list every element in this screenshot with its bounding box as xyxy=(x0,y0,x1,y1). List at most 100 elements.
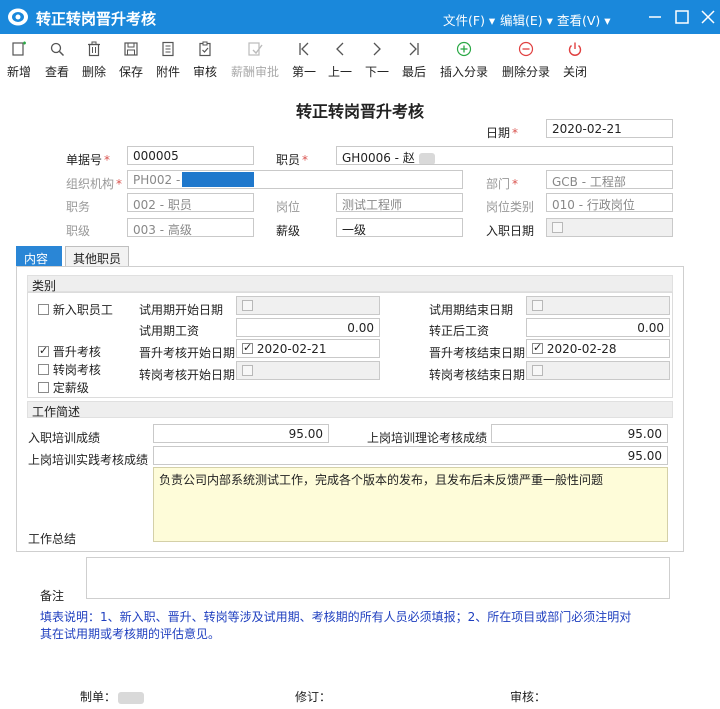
probation-start-field[interactable] xyxy=(236,296,380,315)
menu-edit[interactable]: 编辑(E) ▾ xyxy=(500,10,553,29)
attachment-icon xyxy=(162,41,174,57)
next-icon xyxy=(373,42,381,56)
post-field[interactable]: 测试工程师 xyxy=(336,193,463,212)
promo-end-checkbox[interactable] xyxy=(532,341,543,354)
tab-other-staff[interactable]: 其他职员 xyxy=(65,246,129,267)
work-section-header: 工作简述 xyxy=(27,401,673,419)
promotion-checkbox[interactable] xyxy=(38,344,49,357)
delete-row-icon xyxy=(518,41,534,57)
new-employee-checkbox[interactable] xyxy=(38,304,49,315)
bill-no-field[interactable]: 000005 xyxy=(127,146,254,165)
salary-grade-checkbox[interactable] xyxy=(38,382,49,393)
work-summary-textarea[interactable]: 负责公司内部系统测试工作，完成各个版本的发布，且发布后未反馈严重一般性问题 xyxy=(153,467,668,542)
instruction-line-2: 其在试用期或考核期的评估意见。 xyxy=(40,627,221,641)
promo-end-label: 晋升考核结束日期 xyxy=(429,346,526,360)
option-transfer[interactable]: 转岗考核 xyxy=(38,361,101,378)
transfer-checkbox[interactable] xyxy=(38,364,49,375)
date-label: 日期 * xyxy=(486,126,519,140)
remark-label: 备注 xyxy=(40,589,65,603)
theory-score-label: 上岗培训理论考核成绩 xyxy=(367,431,488,445)
transfer-start-label: 转岗考核开始日期 xyxy=(139,368,236,382)
duty-label: 职务 xyxy=(66,200,91,214)
entry-date-field[interactable] xyxy=(546,218,673,237)
menu-file[interactable]: 文件(F) ▾ xyxy=(443,10,495,29)
entry-training-field[interactable]: 95.00 xyxy=(153,424,329,443)
probation-salary-label: 试用期工资 xyxy=(139,324,200,338)
org-label: 组织机构 * xyxy=(66,177,123,191)
delete-row-button[interactable]: 删除分录 xyxy=(498,34,554,82)
content-panel: 类别 新入职员工 晋升考核 转岗考核 定薪级 试用期开始日期 试用期结束日期 试… xyxy=(16,266,684,552)
remark-textarea[interactable] xyxy=(86,557,670,599)
probation-end-checkbox[interactable] xyxy=(532,300,543,311)
view-icon xyxy=(50,42,65,57)
save-button[interactable]: 保存 xyxy=(114,34,148,82)
view-button[interactable]: 查看 xyxy=(40,34,74,82)
employee-label: 职员 * xyxy=(276,153,309,167)
maximize-icon[interactable] xyxy=(672,7,692,27)
entry-training-label: 入职培训成绩 xyxy=(28,431,101,445)
redacted-mark xyxy=(118,691,145,704)
probation-salary-field[interactable]: 0.00 xyxy=(236,318,380,337)
grade-field[interactable]: 003 - 高级 xyxy=(127,218,254,237)
probation-start-label: 试用期开始日期 xyxy=(139,303,224,317)
option-salary-grade[interactable]: 定薪级 xyxy=(38,379,89,396)
close-button[interactable]: 关闭 xyxy=(559,34,591,82)
date-field[interactable]: 2020-02-21 xyxy=(546,119,673,138)
salary-grade-field[interactable]: 一级 xyxy=(336,218,463,237)
close-icon[interactable] xyxy=(698,7,718,27)
audit-button[interactable]: 审核 xyxy=(188,34,222,82)
employee-field[interactable]: GH0006 - 赵 xyxy=(336,146,673,165)
maker-label: 制单： xyxy=(80,688,145,705)
promo-end-field[interactable]: 2020-02-28 xyxy=(526,339,670,358)
salary-grade-label: 薪级 xyxy=(276,224,301,238)
duty-field[interactable]: 002 - 职员 xyxy=(127,193,254,212)
first-icon xyxy=(299,42,309,56)
bill-no-label: 单据号 * xyxy=(66,153,111,167)
transfer-end-field[interactable] xyxy=(526,361,670,380)
probation-end-field[interactable] xyxy=(526,296,670,315)
transfer-end-checkbox[interactable] xyxy=(532,365,543,376)
save-icon xyxy=(124,42,138,56)
theory-score-field[interactable]: 95.00 xyxy=(491,424,668,443)
insert-row-button[interactable]: 插入分录 xyxy=(436,34,492,82)
power-icon xyxy=(568,42,582,56)
new-button[interactable]: 新增 xyxy=(2,34,36,82)
minimize-icon[interactable] xyxy=(645,7,665,27)
trash-icon xyxy=(88,41,100,57)
redacted-mark xyxy=(418,152,435,164)
probation-start-checkbox[interactable] xyxy=(242,300,253,311)
practice-score-field[interactable]: 95.00 xyxy=(153,446,668,465)
promo-start-field[interactable]: 2020-02-21 xyxy=(236,339,380,358)
dept-field[interactable]: GCB - 工程部 xyxy=(546,170,673,189)
transfer-start-field[interactable] xyxy=(236,361,380,380)
next-button[interactable]: 下一 xyxy=(361,34,393,82)
option-new-employee[interactable]: 新入职员工 xyxy=(38,301,113,318)
app-logo-icon xyxy=(8,8,28,26)
prev-button[interactable]: 上一 xyxy=(324,34,356,82)
last-button[interactable]: 最后 xyxy=(398,34,430,82)
first-button[interactable]: 第一 xyxy=(288,34,320,82)
work-summary-label: 工作总结 xyxy=(28,532,77,546)
practice-score-label: 上岗培训实践考核成绩 xyxy=(28,453,149,467)
salary-approve-button[interactable]: 薪酬审批 xyxy=(226,34,284,82)
delete-button[interactable]: 删除 xyxy=(77,34,111,82)
transfer-start-checkbox[interactable] xyxy=(242,365,253,376)
instruction-line-1: 填表说明：1、新入职、晋升、转岗等涉及试用期、考核期的所有人员必须填报；2、所在… xyxy=(40,610,632,624)
tab-content[interactable]: 内容 xyxy=(16,246,62,267)
post-type-field[interactable]: 010 - 行政岗位 xyxy=(546,193,673,212)
insert-row-icon xyxy=(456,41,472,57)
fill-instructions: 填表说明：1、新入职、晋升、转岗等涉及试用期、考核期的所有人员必须填报；2、所在… xyxy=(40,609,650,643)
title-bar: 转正转岗晋升考核 文件(F) ▾ 编辑(E) ▾ 查看(V) ▾ xyxy=(0,0,720,34)
option-promotion[interactable]: 晋升考核 xyxy=(38,343,101,360)
promo-start-checkbox[interactable] xyxy=(242,341,253,354)
entry-date-checkbox[interactable] xyxy=(552,222,563,233)
regular-salary-field[interactable]: 0.00 xyxy=(526,318,670,337)
entry-date-label: 入职日期 xyxy=(486,224,535,238)
prev-icon xyxy=(336,42,344,56)
menu-view[interactable]: 查看(V) ▾ xyxy=(557,10,611,29)
approve-icon xyxy=(248,42,263,56)
org-field[interactable]: PH002 - xyxy=(127,170,463,189)
attachment-button[interactable]: 附件 xyxy=(151,34,185,82)
revise-label: 修订： xyxy=(295,690,332,704)
audit-icon xyxy=(199,41,211,57)
